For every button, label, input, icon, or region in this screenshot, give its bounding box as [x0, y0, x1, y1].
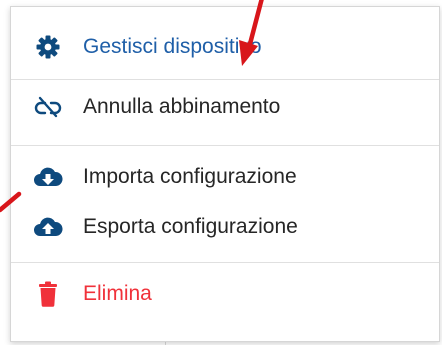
menu-item-import-config[interactable]: Importa configurazione: [11, 152, 439, 202]
cloud-upload-icon: [33, 212, 63, 242]
menu-item-label: Gestisci dispositivo: [83, 35, 262, 58]
menu-item-delete[interactable]: Elimina: [11, 269, 439, 319]
context-menu: Gestisci dispositivo Annulla abbinamento…: [10, 6, 440, 342]
menu-divider: [11, 262, 439, 263]
menu-item-label: Elimina: [83, 282, 152, 305]
menu-item-unpair[interactable]: Annulla abbinamento: [11, 82, 439, 132]
menu-divider: [11, 79, 439, 80]
menu-item-export-config[interactable]: Esporta configurazione: [11, 202, 439, 252]
menu-item-label: Annulla abbinamento: [83, 95, 281, 118]
gear-icon: [33, 32, 63, 62]
trash-icon: [33, 279, 63, 309]
cloud-download-icon: [33, 162, 63, 192]
menu-item-label: Importa configurazione: [83, 165, 297, 188]
menu-divider: [11, 145, 439, 146]
menu-item-label: Esporta configurazione: [83, 215, 298, 238]
unlink-icon: [33, 92, 63, 122]
menu-item-manage-device[interactable]: Gestisci dispositivo: [11, 22, 439, 72]
